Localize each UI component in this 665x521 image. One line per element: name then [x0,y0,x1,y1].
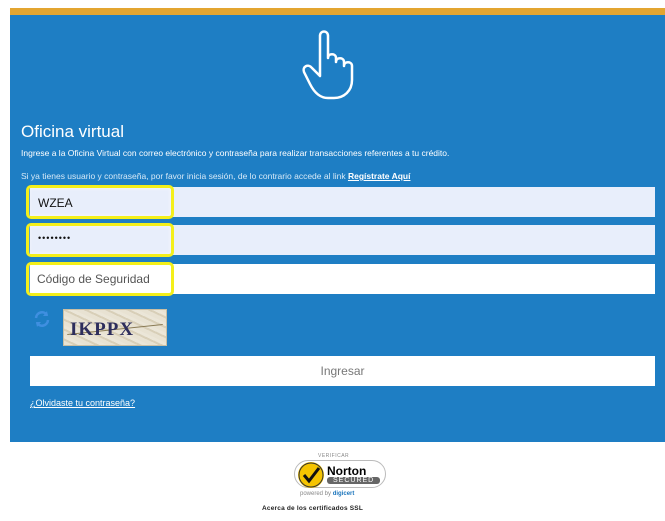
ssl-info-link[interactable]: Acerca de los certificados SSL [262,505,363,512]
signin-instructions: Si ya tienes usuario y contraseña, por f… [21,171,410,181]
password-value: •••••••• [38,233,72,243]
page: Oficina virtual Ingrese a la Oficina Vir… [0,0,665,521]
refresh-icon[interactable] [33,310,51,328]
norton-secured-label: SECURED [327,477,381,484]
powered-prefix: powered by [300,491,333,497]
submit-button[interactable]: Ingresar [30,356,655,386]
username-value: WZEA [38,196,73,210]
digicert-logo: digicert [332,491,355,497]
page-description: Ingrese a la Oficina Virtual con correo … [21,148,450,158]
norton-seal: Norton SECURED [294,460,386,488]
norton-brand: Norton [327,464,367,478]
captcha-image: IKPPX [63,309,167,346]
register-link[interactable]: Regístrate Aquí [348,171,411,181]
security-code-placeholder: Código de Seguridad [37,272,150,286]
norton-verify-label: VERIFICAR [318,453,350,459]
pointing-hand-icon [302,30,354,100]
norton-check-icon [298,462,324,488]
norton-badge[interactable]: VERIFICAR Norton SECURED powered by digi… [290,453,390,503]
powered-by: powered by digicert [300,491,354,497]
forgot-password-link[interactable]: ¿Olvidaste tu contraseña? [30,398,135,408]
page-title: Oficina virtual [21,122,124,141]
signin-text: Si ya tienes usuario y contraseña, por f… [21,171,348,181]
captcha-text: IKPPX [70,319,135,340]
